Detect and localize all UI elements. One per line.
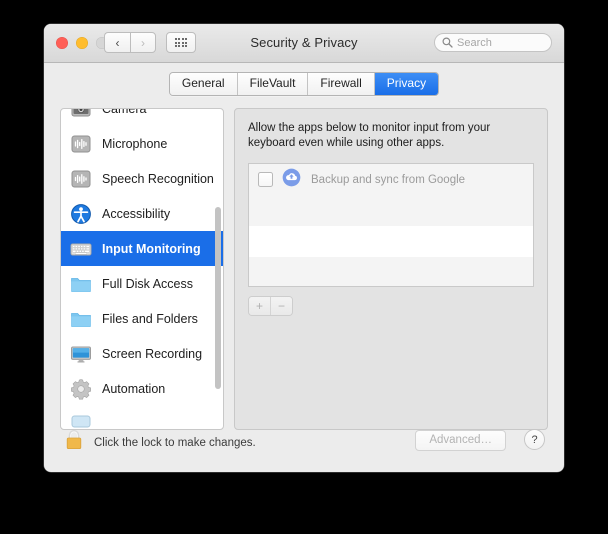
sidebar-item-files-and-folders[interactable]: Files and Folders [61, 301, 223, 336]
lock-message: Click the lock to make changes. [94, 437, 256, 449]
tab-general[interactable]: General [170, 73, 238, 95]
microphone-icon [69, 132, 93, 156]
app-checkbox[interactable] [258, 172, 273, 187]
window-footer: Click the lock to make changes. Advanced… [44, 420, 564, 472]
remove-app-button[interactable]: − [271, 297, 292, 315]
sidebar-item-label: Speech Recognition [102, 172, 214, 186]
tab-firewall[interactable]: Firewall [308, 73, 374, 95]
google-backup-sync-icon [282, 168, 301, 192]
sidebar-item-label: Microphone [102, 137, 167, 151]
table-row-empty [249, 226, 533, 257]
lock-area[interactable]: Click the lock to make changes. [64, 428, 256, 457]
display-icon [69, 342, 93, 366]
add-app-button[interactable]: + [249, 297, 271, 315]
sidebar-item-label: Accessibility [102, 207, 170, 221]
accessibility-icon [69, 202, 93, 226]
sidebar-item-label: Screen Recording [102, 347, 202, 361]
keyboard-icon [69, 237, 93, 261]
sidebar-item-camera[interactable]: Camera [61, 108, 223, 126]
allowed-apps-list[interactable]: Backup and sync from Google [248, 163, 534, 287]
sidebar-item-label: Input Monitoring [102, 242, 201, 256]
privacy-content: Camera [60, 108, 548, 430]
table-row[interactable]: Backup and sync from Google [249, 164, 533, 195]
sidebar-item-automation[interactable]: Automation [61, 371, 223, 406]
folder-icon [69, 272, 93, 296]
sidebar-item-label: Full Disk Access [102, 277, 193, 291]
folder-icon [69, 307, 93, 331]
input-monitoring-pane: Allow the apps below to monitor input fr… [234, 108, 548, 430]
tab-filevault[interactable]: FileVault [238, 73, 309, 95]
table-row-empty [249, 195, 533, 226]
privacy-category-list[interactable]: Camera [60, 108, 224, 430]
pane-description: Allow the apps below to monitor input fr… [248, 121, 496, 151]
advanced-button[interactable]: Advanced… [415, 430, 506, 451]
sidebar-scrollbar[interactable] [215, 207, 221, 389]
sidebar-item-speech-recognition[interactable]: Speech Recognition [61, 161, 223, 196]
security-privacy-window: ‹ › Security & Privacy General FileVault… [44, 24, 564, 472]
search-icon [442, 37, 453, 48]
sidebar-item-input-monitoring[interactable]: Input Monitoring [61, 231, 223, 266]
camera-icon [69, 108, 93, 121]
closed-padlock-icon[interactable] [64, 428, 84, 457]
tab-privacy[interactable]: Privacy [375, 73, 438, 95]
tab-bar: General FileVault Firewall Privacy [44, 63, 564, 105]
search-field[interactable] [434, 33, 552, 52]
add-remove-buttons: + − [248, 296, 293, 316]
gear-icon [69, 377, 93, 401]
sidebar-item-accessibility[interactable]: Accessibility [61, 196, 223, 231]
table-row-empty [249, 257, 533, 287]
app-name-label: Backup and sync from Google [311, 174, 465, 186]
sidebar-item-microphone[interactable]: Microphone [61, 126, 223, 161]
sidebar-item-label: Camera [102, 108, 146, 116]
window-titlebar: ‹ › Security & Privacy [44, 24, 564, 63]
sidebar-item-label: Files and Folders [102, 312, 198, 326]
search-input[interactable] [457, 37, 544, 49]
speech-recognition-icon [69, 167, 93, 191]
sidebar-item-label: Automation [102, 382, 165, 396]
sidebar-item-screen-recording[interactable]: Screen Recording [61, 336, 223, 371]
sidebar-item-full-disk-access[interactable]: Full Disk Access [61, 266, 223, 301]
help-button[interactable]: ? [524, 429, 545, 450]
